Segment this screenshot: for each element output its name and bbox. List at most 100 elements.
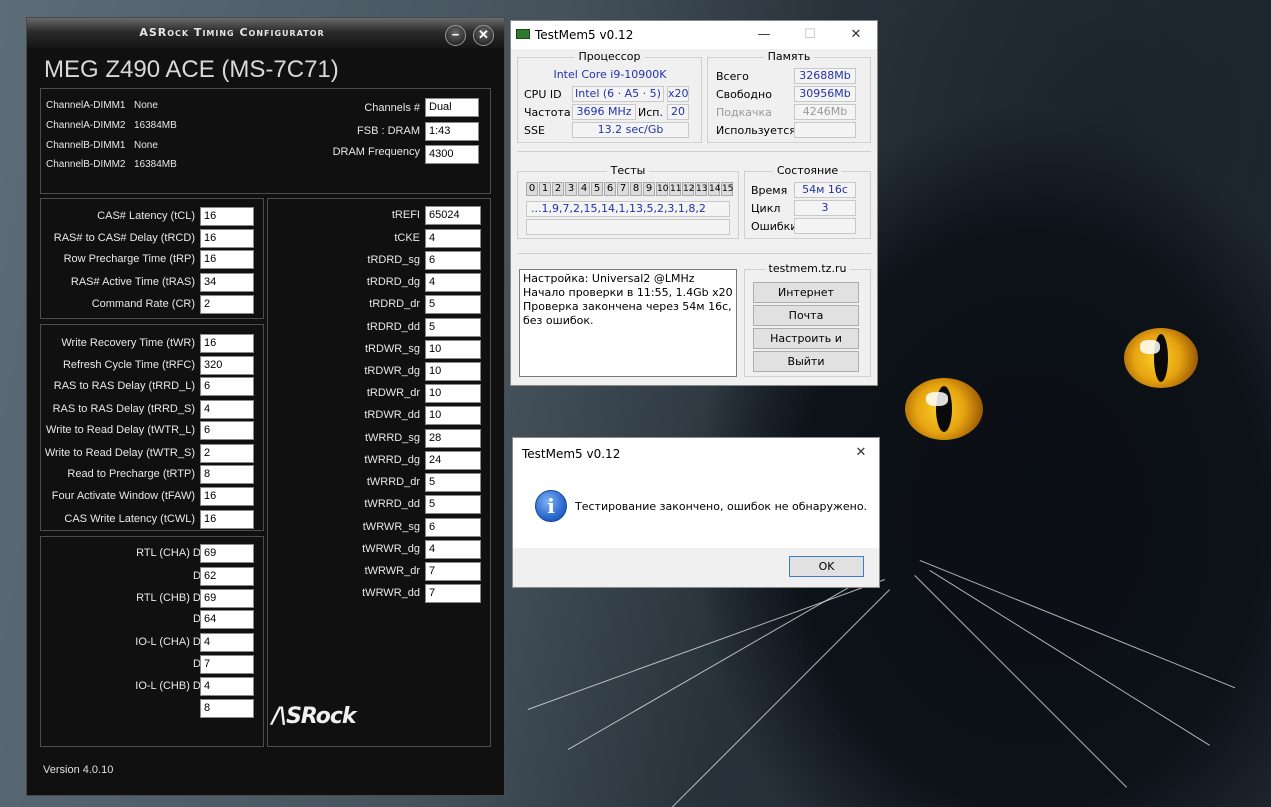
state-title: Состояние	[772, 164, 843, 177]
trdwr-dg-field[interactable]: 10	[425, 362, 481, 381]
cr-field[interactable]: 2	[200, 295, 254, 314]
iol-chb-d1-field[interactable]: 8	[200, 699, 254, 718]
state-group: Состояние Время 54м 16с Цикл 3 Ошибки	[744, 164, 871, 239]
timing-label: tWRRD_dg	[364, 454, 420, 466]
timing-label: tWRWR_sg	[362, 521, 420, 533]
site-title: testmem.tz.ru	[764, 262, 851, 275]
test-sequence: ...1,9,7,2,15,14,1,13,5,2,3,1,8,2	[526, 201, 730, 217]
twtr-s-field[interactable]: 2	[200, 444, 254, 463]
tcke-field[interactable]: 4	[425, 229, 481, 248]
test-cell: 2	[552, 182, 564, 196]
test-cell: 6	[604, 182, 616, 196]
rtl-cha-d0-field[interactable]: 69	[200, 544, 254, 563]
whisker	[527, 579, 885, 710]
trdwr-dr-field[interactable]: 10	[425, 384, 481, 403]
version-text: Version 4.0.10	[43, 764, 114, 776]
twrwr-sg-field[interactable]: 6	[425, 518, 481, 537]
exit-button[interactable]: Выйти	[753, 351, 859, 372]
dimm-row: ChannelA-DIMM2 16384MB	[46, 120, 177, 131]
timing-label: RAS to RAS Delay (tRRD_L)	[53, 380, 195, 392]
cycle-label: Цикл	[751, 202, 781, 215]
twrwr-dr-field[interactable]: 7	[425, 562, 481, 581]
rtl-chb-d0-field[interactable]: 69	[200, 589, 254, 608]
iol-chb-d0-field[interactable]: 4	[200, 677, 254, 696]
trrd-s-field[interactable]: 4	[200, 400, 254, 419]
asrock-logo: /\SRock	[272, 704, 357, 729]
testmem-window: TestMem5 v0.12 — ☐ ✕ Процессор Intel Cor…	[510, 20, 878, 386]
trdrd-dd-field[interactable]: 5	[425, 318, 481, 337]
rtl-label: RTL (CHB) D0	[136, 592, 207, 604]
rtl-chb-d1-field[interactable]: 64	[200, 610, 254, 629]
tcwl-field[interactable]: 16	[200, 510, 254, 529]
tests-title: Тесты	[606, 164, 650, 177]
timing-label: tWRWR_dr	[364, 565, 420, 577]
timing-label: tWRRD_dd	[364, 498, 420, 510]
test-cell: 3	[565, 182, 577, 196]
whisker	[914, 575, 1128, 788]
tertiary-timings-panel: tREFI 65024 tCKE 4 tRDRD_sg 6 tRDRD_dg 4…	[267, 198, 491, 747]
trefi-field[interactable]: 65024	[425, 206, 481, 225]
timing-label: CAS Write Latency (tCWL)	[64, 513, 195, 525]
twr-field[interactable]: 16	[200, 334, 254, 353]
twrrd-dr-field[interactable]: 5	[425, 473, 481, 492]
log-line: Начало проверки в 11:55, 1.4Gb x20	[523, 286, 733, 299]
twrwr-dd-field[interactable]: 7	[425, 584, 481, 603]
close-button[interactable]: ✕	[841, 438, 881, 468]
log-box[interactable]: Настройка: Universal2 @LMHz Начало прове…	[519, 269, 737, 377]
twrrd-sg-field[interactable]: 28	[425, 429, 481, 448]
whisker	[919, 560, 1236, 689]
secondary-timings-panel: Write Recovery Time (tWR) 16 Refresh Cyc…	[40, 324, 264, 531]
twrwr-dg-field[interactable]: 4	[425, 540, 481, 559]
internet-button[interactable]: Интернет	[753, 282, 859, 303]
cat-right-glint	[1140, 340, 1160, 354]
testmem-titlebar[interactable]: TestMem5 v0.12 — ☐ ✕	[511, 21, 877, 49]
trdwr-sg-field[interactable]: 10	[425, 340, 481, 359]
channels-field[interactable]: Dual	[425, 98, 479, 117]
test-cell: 10	[656, 182, 669, 196]
tcl-field[interactable]: 16	[200, 207, 254, 226]
timing-label: tRDRD_dg	[366, 276, 420, 288]
tras-field[interactable]: 34	[200, 273, 254, 292]
trtp-field[interactable]: 8	[200, 465, 254, 484]
close-button[interactable]: ✕	[473, 25, 494, 46]
test-cell: 0	[526, 182, 538, 196]
dimm-row: ChannelB-DIMM2 16384MB	[46, 159, 177, 170]
trcd-field[interactable]: 16	[200, 229, 254, 248]
dram-frequency-field[interactable]: 4300	[425, 145, 479, 164]
test-cell: 7	[617, 182, 629, 196]
cpu-name: Intel Core i9-10900K	[553, 68, 667, 81]
timing-label: tRDRD_dr	[369, 298, 420, 310]
iol-cha-d0-field[interactable]: 4	[200, 633, 254, 652]
twrrd-dd-field[interactable]: 5	[425, 495, 481, 514]
rtl-label: RTL (CHA) D0	[136, 547, 207, 559]
trdwr-dd-field[interactable]: 10	[425, 406, 481, 425]
channels-label: Channels #	[364, 102, 420, 114]
fsb-field[interactable]: 1:43	[425, 122, 479, 141]
time-value: 54м 16с	[794, 182, 856, 198]
maximize-button[interactable]: ☐	[787, 21, 833, 49]
ok-button[interactable]: OK	[789, 556, 864, 577]
rtl-cha-d1-field[interactable]: 62	[200, 567, 254, 586]
twtr-l-field[interactable]: 6	[200, 421, 254, 440]
test-cell: 12	[682, 182, 695, 196]
mail-button[interactable]: Почта	[753, 305, 859, 326]
dialog-titlebar[interactable]: TestMem5 v0.12 ✕	[513, 438, 879, 468]
trdrd-dr-field[interactable]: 5	[425, 295, 481, 314]
used-threads-label: Исп.	[638, 106, 663, 119]
trfc-field[interactable]: 320	[200, 356, 254, 375]
tests-group: Тесты 0 1 2 3 4 5 6 7 8 9 10 11 12 13 14…	[517, 164, 739, 239]
minimize-button[interactable]: −	[445, 25, 466, 46]
configure-and-exit-button[interactable]: Настроить и выйти	[753, 328, 859, 364]
timing-label: tRDWR_sg	[364, 343, 420, 355]
iol-cha-d1-field[interactable]: 7	[200, 655, 254, 674]
trrd-l-field[interactable]: 6	[200, 377, 254, 396]
asrock-titlebar[interactable]: ASRock Timing Configurator − ✕	[27, 18, 504, 48]
close-button[interactable]: ✕	[833, 21, 879, 49]
tfaw-field[interactable]: 16	[200, 487, 254, 506]
twrrd-dg-field[interactable]: 24	[425, 451, 481, 470]
trp-field[interactable]: 16	[200, 250, 254, 269]
swap-label: Подкачка	[716, 106, 772, 119]
trdrd-dg-field[interactable]: 4	[425, 273, 481, 292]
trdrd-sg-field[interactable]: 6	[425, 251, 481, 270]
minimize-button[interactable]: —	[741, 21, 787, 49]
